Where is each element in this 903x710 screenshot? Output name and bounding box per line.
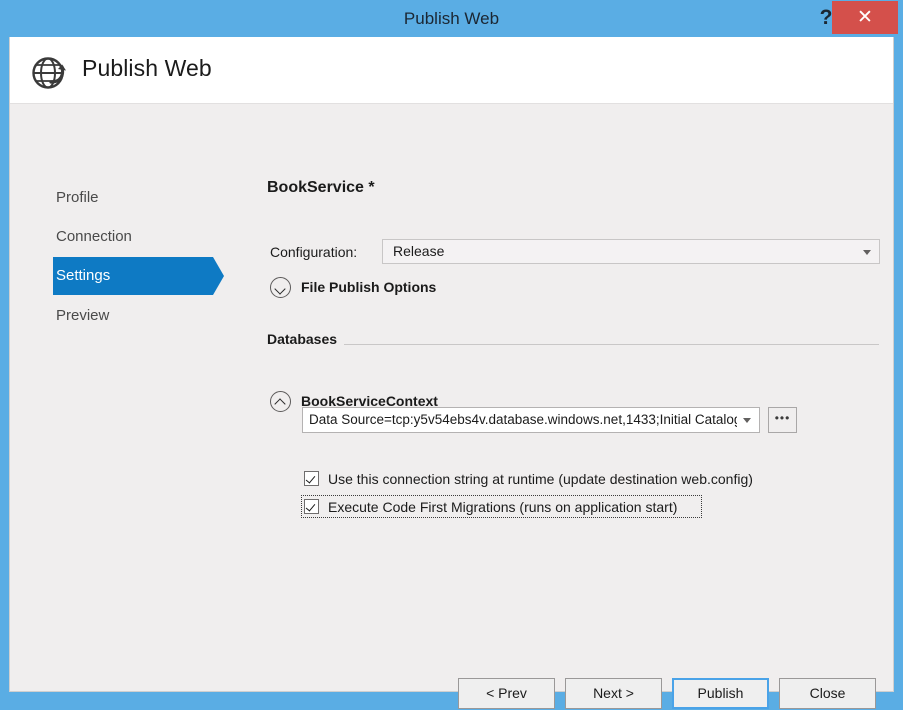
publish-button[interactable]: Publish: [672, 678, 769, 709]
file-publish-options-label: File Publish Options: [301, 279, 437, 295]
sidebar-item-preview[interactable]: Preview: [10, 297, 213, 335]
configuration-label: Configuration:: [270, 244, 358, 260]
dialog-client-area: Publish Web Profile Connection Settings …: [9, 37, 894, 709]
sidebar-item-label: Preview: [56, 307, 110, 324]
title-bar: Publish Web ? ✕: [0, 0, 903, 37]
globe-publish-icon: [32, 57, 66, 89]
chevron-down-icon: [863, 249, 871, 255]
close-button[interactable]: Close: [779, 678, 876, 709]
connection-string-browse-button[interactable]: •••: [768, 407, 797, 433]
settings-panel: BookService * Configuration: Release Fil…: [222, 105, 893, 645]
sidebar-item-profile[interactable]: Profile: [10, 179, 213, 217]
configuration-select[interactable]: Release: [382, 239, 880, 264]
checkbox-box: [304, 471, 319, 486]
sidebar-item-settings[interactable]: Settings: [10, 257, 224, 295]
window-title: Publish Web: [403, 9, 500, 28]
chevron-down-icon: [743, 418, 751, 423]
checkbox-label: Execute Code First Migrations (runs on a…: [328, 499, 678, 515]
dialog-header-title: Publish Web: [82, 55, 212, 81]
sidebar-item-label: Profile: [56, 189, 99, 206]
dialog-footer: < Prev Next > Publish Close: [10, 645, 893, 709]
publish-web-dialog: Publish Web ? ✕ Publish Web Profile Conn…: [0, 0, 903, 710]
sidebar-item-connection[interactable]: Connection: [10, 218, 213, 256]
dialog-header: Publish Web: [10, 37, 893, 104]
wizard-sidebar: Profile Connection Settings Preview: [10, 105, 224, 645]
sidebar-item-label: Settings: [56, 267, 111, 284]
next-button[interactable]: Next >: [565, 678, 662, 709]
prev-button[interactable]: < Prev: [458, 678, 555, 709]
profile-name-heading: BookService *: [267, 179, 375, 196]
connection-string-value: Data Source=tcp:y5v54ebs4v.database.wind…: [309, 412, 737, 427]
sidebar-item-label: Connection: [56, 228, 132, 245]
ellipsis-icon: •••: [774, 411, 791, 425]
check-icon: [305, 501, 316, 512]
check-icon: [305, 473, 316, 484]
checkbox-box: [304, 499, 319, 514]
checkbox-label: Use this connection string at runtime (u…: [328, 471, 753, 487]
databases-separator: [267, 344, 879, 345]
close-window-button[interactable]: ✕: [832, 1, 898, 34]
configuration-value: Release: [393, 243, 445, 259]
databases-group-label: Databases: [267, 331, 345, 347]
connection-string-combo[interactable]: Data Source=tcp:y5v54ebs4v.database.wind…: [302, 407, 760, 433]
